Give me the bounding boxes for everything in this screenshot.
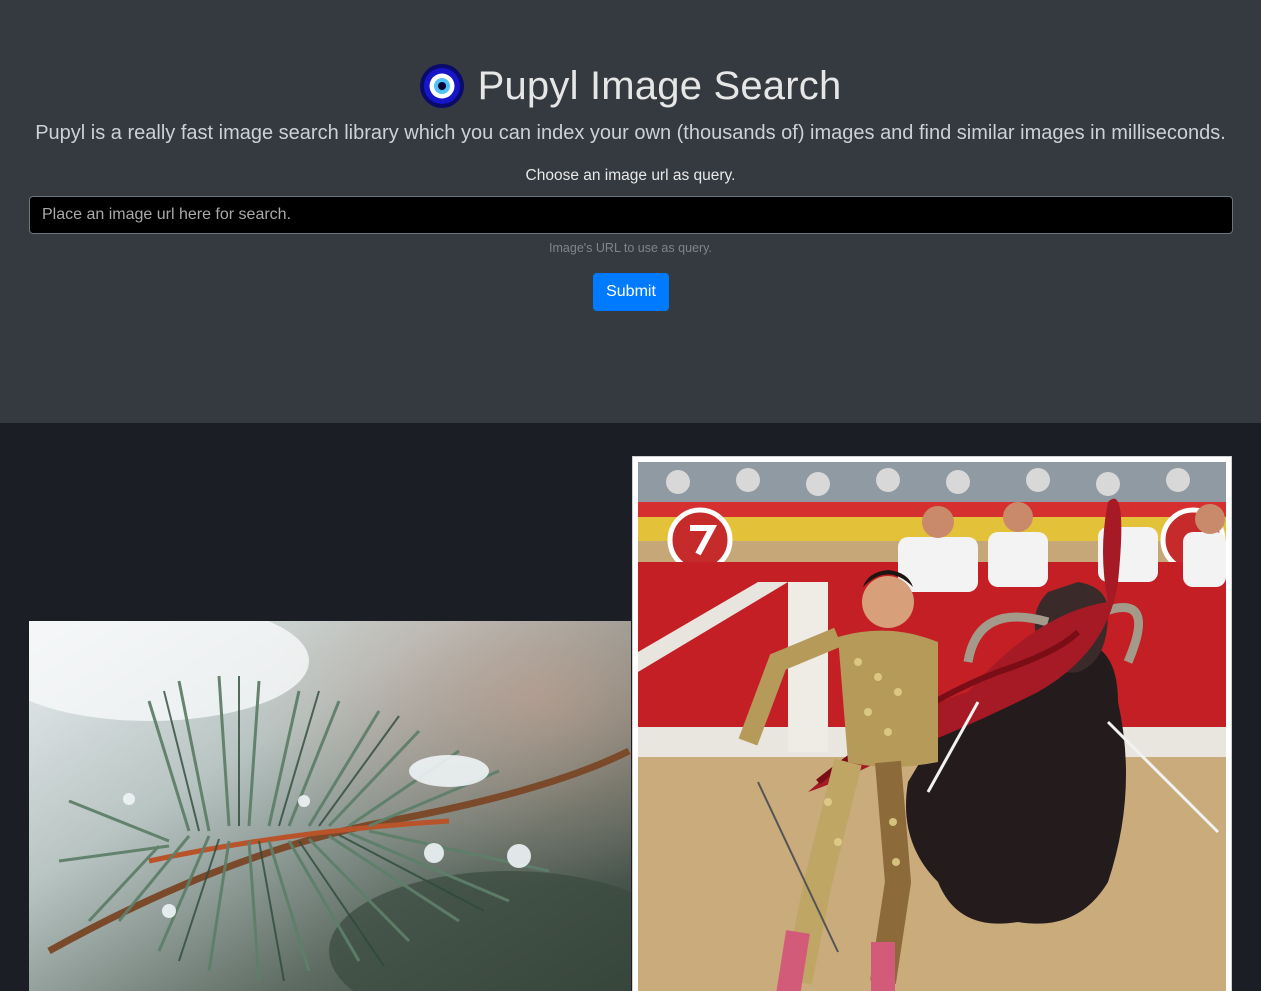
page-subtitle: Pupyl is a really fast image search libr… [35,122,1226,144]
image-url-input[interactable] [29,196,1233,234]
result-image-matador[interactable] [632,456,1232,991]
evil-eye-icon [419,64,464,108]
matador-photo [638,462,1226,991]
hero-section: Pupyl Image Search Pupyl is a really fas… [0,0,1261,423]
result-image-pine-branch[interactable] [29,621,631,991]
query-label: Choose an image url as query. [525,167,736,184]
results-section [0,423,1261,991]
page-title: Pupyl Image Search [477,64,842,108]
brand: Pupyl Image Search [0,60,1261,112]
submit-button[interactable]: Submit [593,273,669,311]
pine-branch-photo [29,621,631,991]
input-help-text: Image's URL to use as query. [549,241,712,255]
